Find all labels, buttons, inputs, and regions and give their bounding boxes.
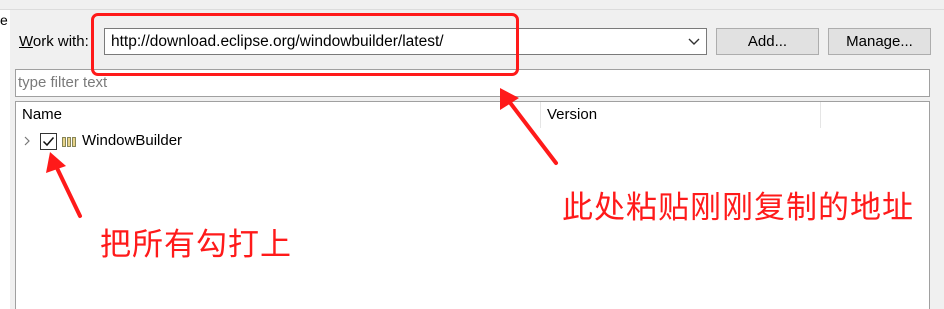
clipped-text-fragment: e bbox=[0, 12, 8, 28]
work-with-combo[interactable]: http://download.eclipse.org/windowbuilde… bbox=[104, 28, 707, 55]
item-checkbox[interactable] bbox=[40, 133, 57, 150]
add-button[interactable]: Add... bbox=[716, 28, 819, 55]
filter-input[interactable]: type filter text bbox=[15, 69, 930, 97]
feature-group-icon bbox=[62, 135, 76, 147]
work-with-label-text: ork with: bbox=[32, 33, 89, 50]
work-with-mnemonic: W bbox=[19, 33, 33, 50]
column-header-name[interactable]: Name bbox=[16, 102, 541, 128]
manage-button[interactable]: Manage... bbox=[828, 28, 931, 55]
window-top-strip bbox=[0, 0, 944, 10]
chevron-right-icon[interactable] bbox=[22, 134, 32, 148]
tree-row[interactable]: WindowBuilder bbox=[16, 130, 929, 154]
work-with-url[interactable]: http://download.eclipse.org/windowbuilde… bbox=[111, 33, 444, 51]
chevron-down-icon[interactable] bbox=[686, 32, 702, 50]
column-header-version[interactable]: Version bbox=[541, 102, 821, 128]
software-tree: Name Version WindowBuilder bbox=[15, 101, 930, 309]
filter-placeholder: type filter text bbox=[18, 74, 108, 91]
work-with-label: Work with: bbox=[19, 33, 89, 50]
item-label: WindowBuilder bbox=[82, 132, 183, 149]
